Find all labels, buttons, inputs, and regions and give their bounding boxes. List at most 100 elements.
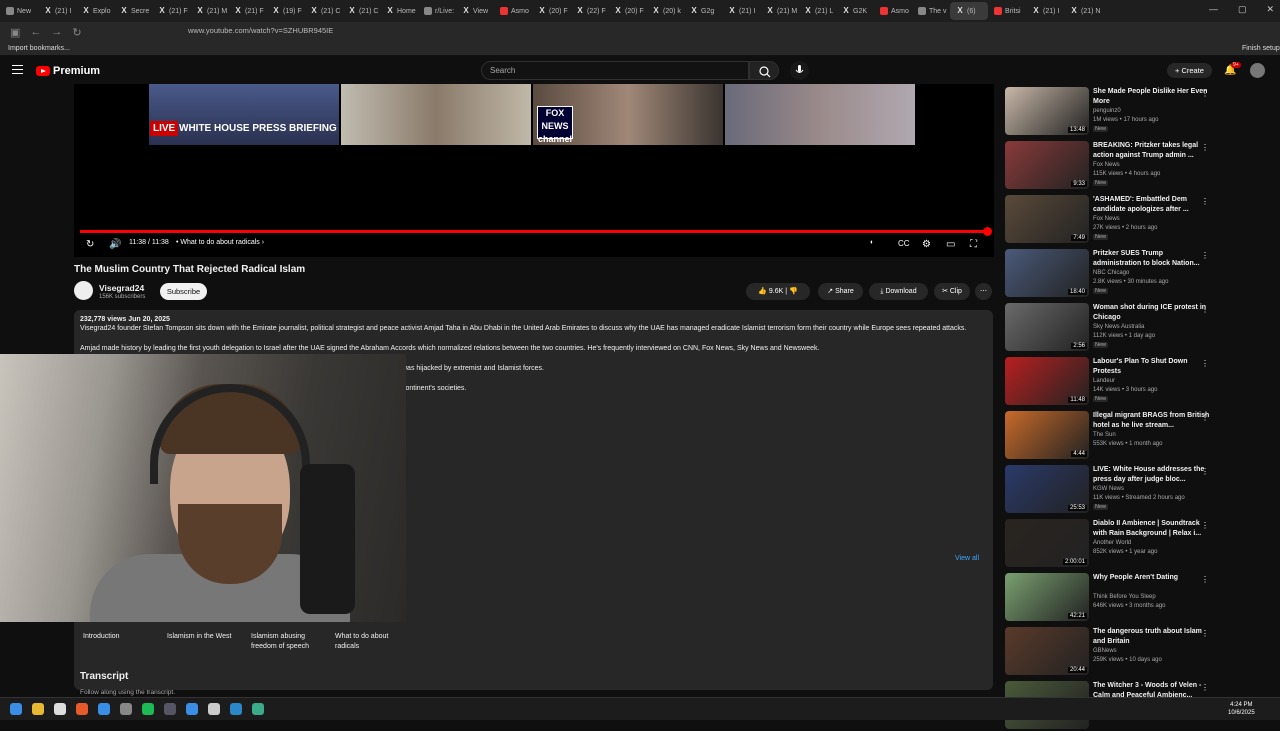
import-bookmarks-link[interactable]: Import bookmarks... (8, 45, 70, 52)
video-thumbnail[interactable]: 42:21 (1005, 573, 1089, 621)
captions-icon[interactable]: CC (898, 239, 910, 248)
view-all-chapters-link[interactable]: View all (955, 555, 979, 562)
recommended-video[interactable]: 42:21 Why People Aren't Dating Think Befor… (1005, 573, 1275, 623)
create-button[interactable]: + Create (1167, 63, 1212, 78)
recommended-video[interactable]: 25:53 LIVE: White House addresses the pre… (1005, 465, 1275, 515)
download-button[interactable]: ⤓ Download (869, 283, 928, 300)
channel-name[interactable]: Visegrad24 (99, 283, 144, 293)
video-thumbnail[interactable]: 18:40 (1005, 249, 1089, 297)
theater-mode-icon[interactable]: ▭ (946, 239, 955, 250)
browser-tab[interactable]: X (21) F (228, 2, 266, 20)
more-options-icon[interactable]: ⋮ (1201, 251, 1209, 260)
browser-tab[interactable]: The v (912, 2, 950, 20)
finish-setup-link[interactable]: Finish setup (1242, 45, 1280, 52)
search-button[interactable] (749, 61, 779, 80)
browser-tab[interactable]: X (20) k (646, 2, 684, 20)
editor-icon[interactable] (186, 703, 198, 715)
terminal-icon[interactable] (164, 703, 176, 715)
video-thumbnail[interactable]: 9:33 (1005, 141, 1089, 189)
maximize-icon[interactable]: ▢ (1238, 4, 1247, 15)
browser-tab[interactable]: X (21) I (722, 2, 760, 20)
browser-tab[interactable]: X (21) I (38, 2, 76, 20)
reload-icon[interactable]: ↻ (72, 26, 81, 39)
fullscreen-icon[interactable]: ⛶ (970, 239, 977, 250)
settings-gear-icon[interactable]: ⚙ (922, 239, 931, 250)
chapter-3[interactable]: Islamism abusing freedom of speech (251, 632, 326, 652)
browser-tab[interactable]: X (21) C (304, 2, 342, 20)
video-thumbnail[interactable]: 7:49 (1005, 195, 1089, 243)
channel-avatar[interactable] (74, 281, 93, 300)
like-dislike-button[interactable]: 👍 9.6K | 👎 (746, 283, 810, 300)
video-thumbnail[interactable]: 2:56 (1005, 303, 1089, 351)
browser-tab[interactable]: X (21) N (1064, 2, 1102, 20)
search-input[interactable]: Search (481, 61, 749, 80)
more-options-icon[interactable]: ⋮ (1201, 467, 1209, 476)
youtube-logo[interactable]: Premium (36, 65, 100, 77)
firefox-icon[interactable] (76, 703, 88, 715)
recommended-video[interactable]: 18:40 Pritzker SUES Trump administration … (1005, 249, 1275, 299)
recommended-video[interactable]: 9:33 BREAKING: Pritzker takes legal actio… (1005, 141, 1275, 191)
chapter-1[interactable]: Introduction (83, 632, 158, 642)
browser-tab[interactable]: Britsi (988, 2, 1026, 20)
more-options-icon[interactable]: ⋮ (1201, 197, 1209, 206)
more-options-icon[interactable]: ⋮ (1201, 521, 1209, 530)
minimize-icon[interactable]: — (1209, 4, 1218, 15)
browser-tab[interactable]: X (21) M (190, 2, 228, 20)
recommended-video[interactable]: 13:48 She Made People Dislike Her Even Mo… (1005, 87, 1275, 137)
video-thumbnail[interactable]: 13:48 (1005, 87, 1089, 135)
browser-tab[interactable]: New (0, 2, 38, 20)
notepad-icon[interactable] (208, 703, 220, 715)
file-explorer-icon[interactable] (32, 703, 44, 715)
taskbar-clock[interactable]: 4:24 PM 10/6/2025 (1228, 701, 1255, 717)
browser-tab[interactable]: X (20) F (532, 2, 570, 20)
spotify-icon[interactable] (142, 703, 154, 715)
more-options-icon[interactable]: ⋮ (1201, 575, 1209, 584)
more-options-icon[interactable]: ⋮ (1201, 413, 1209, 422)
sidebar-icon[interactable]: ▣ (10, 26, 20, 39)
more-options-icon[interactable]: ⋮ (1201, 683, 1209, 692)
video-thumbnail[interactable]: 4:44 (1005, 411, 1089, 459)
account-avatar[interactable] (1250, 63, 1265, 78)
browser-tab[interactable]: X G2g (684, 2, 722, 20)
more-actions-button[interactable]: ⋯ (975, 283, 992, 300)
start-icon[interactable] (10, 703, 22, 715)
url-field[interactable]: www.youtube.com/watch?v=SZHUBR945IE (188, 26, 333, 35)
store-icon[interactable] (54, 703, 66, 715)
endscreen-video-1[interactable]: LIVE WHITE HOUSE PRESS BRIEFING (149, 84, 339, 145)
browser-tab[interactable]: X (21) M (760, 2, 798, 20)
browser-tab[interactable]: X (20) F (608, 2, 646, 20)
browser-tab[interactable]: r/Live: (418, 2, 456, 20)
browser-tab[interactable]: X View (456, 2, 494, 20)
browser-tab[interactable]: X (21) F (152, 2, 190, 20)
recommended-video[interactable]: 2:56 Woman shot during ICE protest in Chi… (1005, 303, 1275, 353)
more-options-icon[interactable]: ⋮ (1201, 359, 1209, 368)
volume-icon[interactable]: 🔊 (109, 239, 121, 250)
chapter-2[interactable]: Islamism in the West (167, 632, 242, 642)
video-thumbnail[interactable]: 20:44 (1005, 627, 1089, 675)
more-options-icon[interactable]: ⋮ (1201, 89, 1209, 98)
browser-tab[interactable]: X (21) I (1026, 2, 1064, 20)
replay-icon[interactable]: ↻ (86, 239, 94, 250)
chrome-icon[interactable] (98, 703, 110, 715)
video-player[interactable]: LIVE WHITE HOUSE PRESS BRIEFING FOX NEWS… (74, 84, 994, 257)
chapter-4[interactable]: What to do about radicals (335, 632, 410, 652)
more-options-icon[interactable]: ⋮ (1201, 143, 1209, 152)
recommended-video[interactable]: 20:44 The dangerous truth about Islam and… (1005, 627, 1275, 677)
endscreen-video-2[interactable] (341, 84, 531, 145)
browser-tab[interactable]: X (21) L (798, 2, 836, 20)
progress-scrubber[interactable] (983, 227, 992, 236)
more-options-icon[interactable]: ⋮ (1201, 629, 1209, 638)
recommended-video[interactable]: 4:44 Illegal migrant BRAGS from British h… (1005, 411, 1275, 461)
clip-button[interactable]: ✂ Clip (934, 283, 970, 300)
endscreen-video-4[interactable] (725, 84, 915, 145)
close-icon[interactable]: ✕ (1266, 4, 1274, 15)
app-icon[interactable] (120, 703, 132, 715)
browser-tab[interactable]: X (19) F (266, 2, 304, 20)
progress-bar[interactable] (80, 230, 988, 233)
browser-tab[interactable]: Asmo (494, 2, 532, 20)
subscribe-button[interactable]: Subscribe (160, 283, 207, 300)
browser-tab[interactable]: Asmo (874, 2, 912, 20)
steam-icon[interactable] (230, 703, 242, 715)
voice-search-button[interactable] (790, 61, 809, 80)
browser-tab[interactable]: X Explo (76, 2, 114, 20)
